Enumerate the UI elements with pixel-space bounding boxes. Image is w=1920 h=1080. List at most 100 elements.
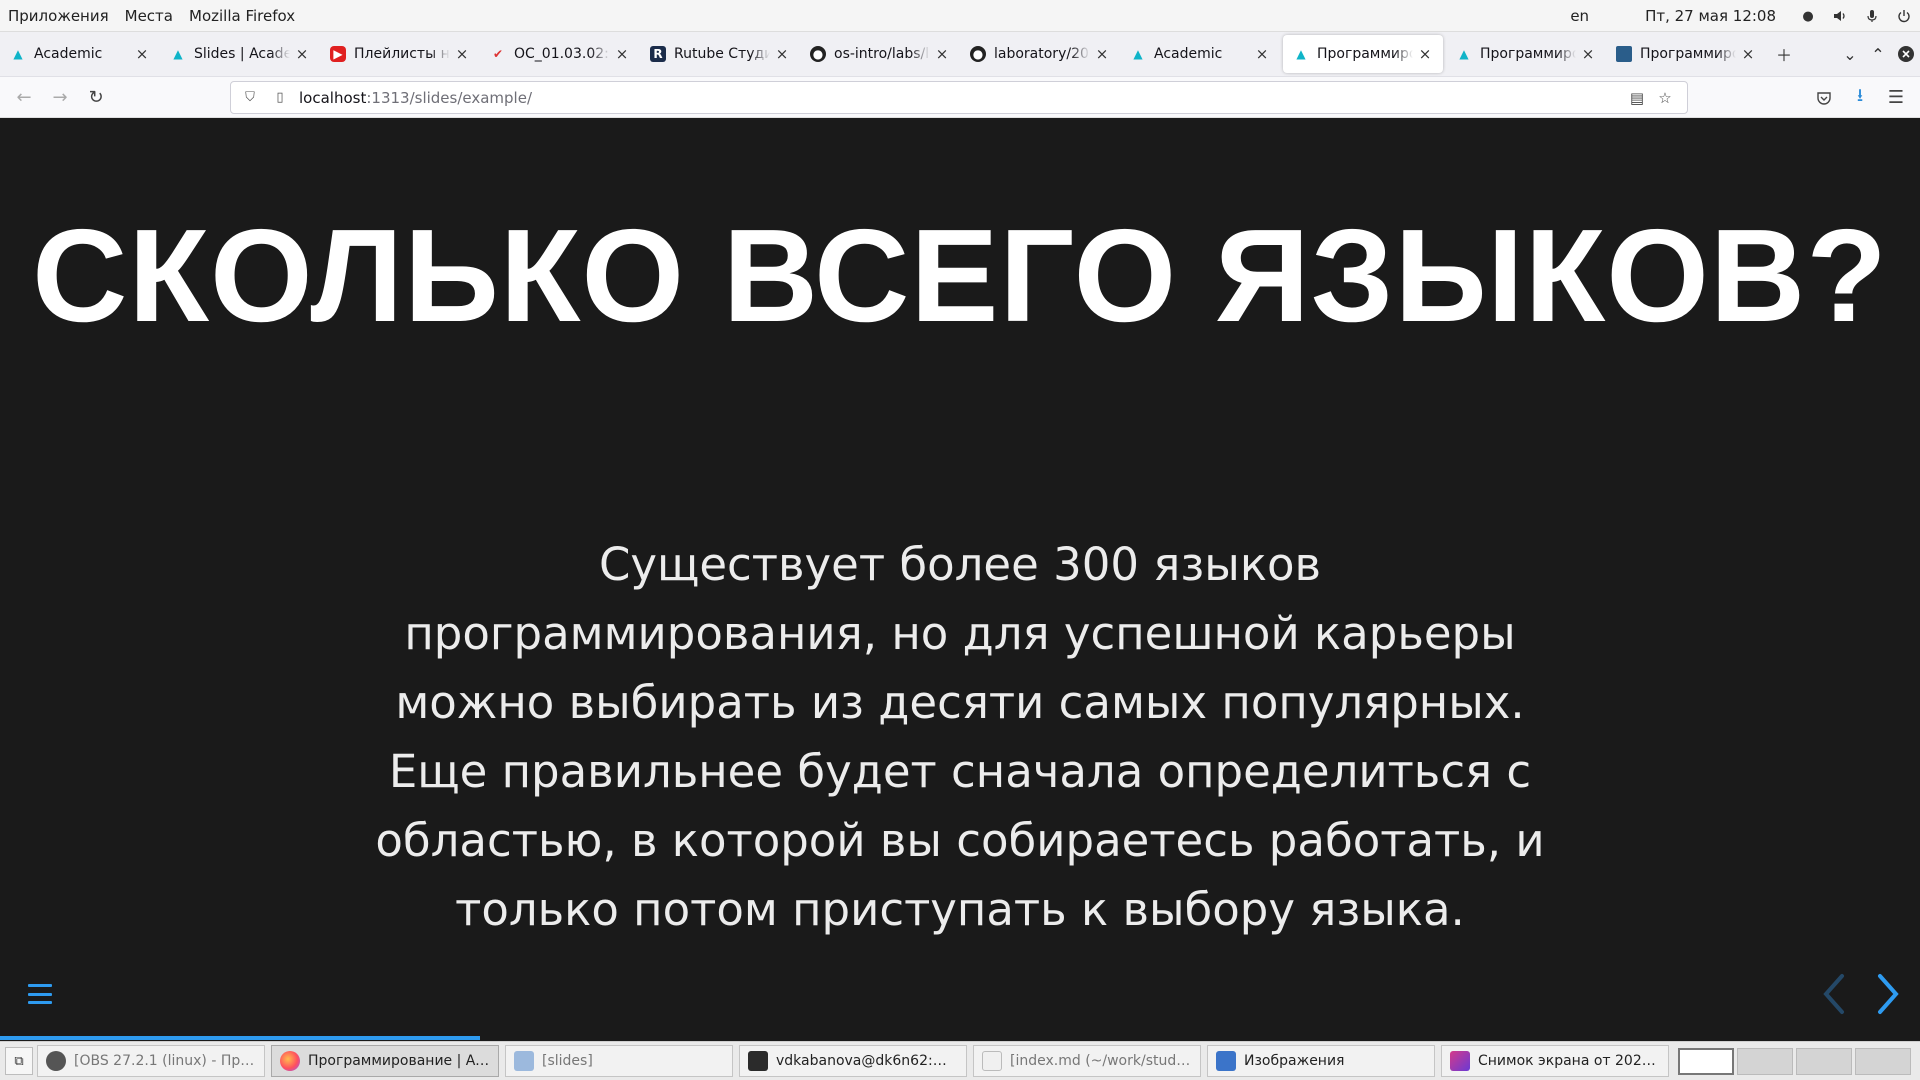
rutube-icon: R bbox=[650, 46, 666, 62]
taskbar-window[interactable]: [index.md (~/work/study/2021-2022)] bbox=[973, 1045, 1201, 1077]
reader-view-icon[interactable]: ▤ bbox=[1623, 89, 1651, 107]
back-arrow-icon[interactable]: ← bbox=[6, 81, 42, 113]
shield-icon[interactable]: ⛉ bbox=[239, 90, 261, 105]
browser-navigation-bar: ← → ↻ ⛉ ▯ localhost:1313/slides/example/… bbox=[0, 77, 1920, 118]
workspace-1[interactable] bbox=[1678, 1047, 1734, 1075]
taskbar-window[interactable]: [OBS 27.2.1 (linux) - Профиль: Без назва… bbox=[37, 1045, 265, 1077]
new-tab-plus-icon[interactable]: ＋ bbox=[1770, 35, 1798, 73]
course-icon: ✔ bbox=[492, 47, 504, 61]
list-all-tabs-chevron-icon[interactable]: ⌄ bbox=[1836, 35, 1864, 73]
browser-tab[interactable]: ● os-intro/labs/lab × bbox=[800, 35, 960, 73]
browser-tab[interactable]: ▶ Плейлисты на канале × bbox=[320, 35, 480, 73]
slide-body-text: Существует более 300 языков программиров… bbox=[375, 538, 1545, 936]
tab-label: Плейлисты на канале bbox=[354, 46, 450, 62]
tab-label: Rutube Студия bbox=[674, 46, 770, 62]
browser-tab[interactable]: ▲ Slides | Academic × bbox=[160, 35, 320, 73]
close-tab-icon[interactable]: × bbox=[134, 45, 150, 63]
taskbar-window-label: [slides] bbox=[542, 1053, 593, 1069]
academic-icon: ▲ bbox=[173, 47, 183, 61]
close-tab-icon[interactable]: × bbox=[934, 45, 950, 63]
close-tab-icon[interactable]: × bbox=[1417, 45, 1433, 63]
github-icon: ● bbox=[810, 46, 826, 62]
window-maximize-chevron-icon[interactable]: ⌃ bbox=[1864, 35, 1892, 73]
slide-title: СКОЛЬКО ВСЕГО ЯЗЫКОВ? bbox=[32, 202, 1888, 349]
tab-label: laboratory/2020 bbox=[994, 46, 1090, 62]
taskbar-window-active[interactable]: Программирование | Academic — Mozilla Fi… bbox=[271, 1045, 499, 1077]
power-icon[interactable] bbox=[1895, 7, 1913, 25]
academic-icon: ▲ bbox=[1296, 47, 1306, 61]
github-icon: ● bbox=[970, 46, 986, 62]
browser-tab[interactable]: ▲ Academic × bbox=[1120, 35, 1280, 73]
close-tab-icon[interactable]: × bbox=[454, 45, 470, 63]
obs-icon bbox=[46, 1051, 66, 1071]
bookmark-star-icon[interactable]: ☆ bbox=[1651, 89, 1679, 107]
workspace-3[interactable] bbox=[1796, 1047, 1852, 1075]
system-top-panel: Приложения Места Mozilla Firefox en Пт, … bbox=[0, 0, 1920, 32]
tab-label: Программирование bbox=[1480, 46, 1576, 62]
previous-slide-arrow-icon[interactable] bbox=[1820, 972, 1848, 1016]
places-menu[interactable]: Места bbox=[117, 7, 181, 25]
taskbar-window[interactable]: [slides] bbox=[505, 1045, 733, 1077]
screenshot-icon bbox=[1450, 1051, 1470, 1071]
browser-tab[interactable]: ▲ Academic × bbox=[0, 35, 160, 73]
applications-menu[interactable]: Приложения bbox=[0, 7, 117, 25]
tab-label: os-intro/labs/lab bbox=[834, 46, 930, 62]
next-slide-arrow-icon[interactable] bbox=[1874, 972, 1902, 1016]
active-app-name[interactable]: Mozilla Firefox bbox=[181, 7, 303, 25]
tab-label: Программирование bbox=[1640, 46, 1736, 62]
browser-tab[interactable]: ● laboratory/2020 × bbox=[960, 35, 1120, 73]
tab-label: Academic bbox=[34, 46, 103, 62]
pocket-icon[interactable] bbox=[1806, 82, 1842, 114]
close-tab-icon[interactable]: × bbox=[614, 45, 630, 63]
browser-tab[interactable]: Программирование × bbox=[1606, 35, 1766, 73]
address-bar[interactable]: ⛉ ▯ localhost:1313/slides/example/ ▤ ☆ bbox=[230, 81, 1688, 114]
url-host: localhost bbox=[299, 88, 367, 107]
keyboard-layout-indicator[interactable]: en bbox=[1570, 7, 1589, 25]
hamburger-menu-icon[interactable]: ☰ bbox=[1878, 82, 1914, 114]
close-tab-icon[interactable]: × bbox=[1740, 45, 1756, 63]
close-tab-icon[interactable]: × bbox=[774, 45, 790, 63]
tab-label: Slides | Academic bbox=[194, 46, 290, 62]
taskbar-window-label: [index.md (~/work/study/2021-2022)] bbox=[1010, 1053, 1192, 1069]
menu-bar-line bbox=[28, 992, 52, 996]
volume-icon[interactable] bbox=[1831, 7, 1849, 25]
menu-bar-line bbox=[28, 1001, 52, 1004]
browser-tab-bar: ▲ Academic × ▲ Slides | Academic × ▶ Пле… bbox=[0, 32, 1920, 77]
academic-icon: ▲ bbox=[13, 47, 23, 61]
presentation-slide: СКОЛЬКО ВСЕГО ЯЗЫКОВ? Существует более 3… bbox=[0, 118, 1920, 1040]
academic-icon: ▲ bbox=[1133, 47, 1143, 61]
tab-label: ОС_01.03.02: Этапы bbox=[514, 46, 610, 62]
clock[interactable]: Пт, 27 мая 12:08 bbox=[1645, 7, 1776, 25]
slide-progress-bar[interactable] bbox=[0, 1036, 1920, 1040]
workspace-2[interactable] bbox=[1737, 1047, 1793, 1075]
taskbar-window[interactable]: vdkabanova@dk6n62:~/work/study bbox=[739, 1045, 967, 1077]
page-icon[interactable]: ▯ bbox=[269, 90, 291, 105]
close-tab-icon[interactable]: × bbox=[1580, 45, 1596, 63]
system-taskbar: ⧉ [OBS 27.2.1 (linux) - Профиль: Без наз… bbox=[0, 1041, 1920, 1080]
browser-tab-active[interactable]: ▲ Программирование × bbox=[1283, 35, 1443, 73]
taskbar-window[interactable]: Снимок экрана от 2022-05-27 bbox=[1441, 1045, 1669, 1077]
close-tab-icon[interactable]: × bbox=[1254, 45, 1270, 63]
taskbar-window-label: Снимок экрана от 2022-05-27 bbox=[1478, 1053, 1660, 1069]
menu-bar-line bbox=[28, 984, 52, 987]
close-tab-icon[interactable]: × bbox=[1094, 45, 1110, 63]
taskbar-window-label: vdkabanova@dk6n62:~/work/study bbox=[776, 1053, 958, 1069]
slide-progress-fill bbox=[0, 1036, 480, 1040]
browser-tab[interactable]: ✔ ОС_01.03.02: Этапы × bbox=[480, 35, 640, 73]
browser-tab[interactable]: ▲ Программирование × bbox=[1446, 35, 1606, 73]
reload-icon[interactable]: ↻ bbox=[78, 81, 114, 113]
download-icon[interactable]: ⭳ bbox=[1842, 82, 1878, 114]
microphone-icon[interactable] bbox=[1863, 7, 1881, 25]
editor-icon bbox=[982, 1051, 1002, 1071]
slide-menu-icon[interactable] bbox=[28, 984, 52, 1004]
recording-dot-icon[interactable]: ● bbox=[1799, 7, 1817, 25]
academic-icon: ▲ bbox=[1459, 47, 1469, 61]
browser-tab[interactable]: R Rutube Студия × bbox=[640, 35, 800, 73]
workspace-4[interactable] bbox=[1855, 1047, 1911, 1075]
forward-arrow-icon[interactable]: → bbox=[42, 81, 78, 113]
taskbar-window[interactable]: Изображения bbox=[1207, 1045, 1435, 1077]
close-tab-icon[interactable]: × bbox=[294, 45, 310, 63]
url-path: :1313/slides/example/ bbox=[366, 88, 533, 107]
show-desktop-icon[interactable]: ⧉ bbox=[5, 1047, 33, 1075]
window-close-icon[interactable] bbox=[1892, 35, 1920, 73]
